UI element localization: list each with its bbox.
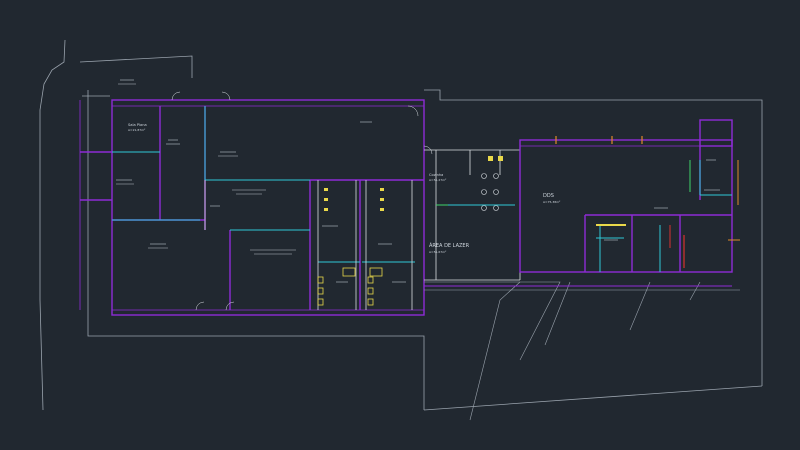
label-sala-plana: Sala Plana (128, 123, 147, 127)
area-cozinha: A=51,27m² (429, 178, 447, 182)
colored-fixtures (317, 136, 740, 306)
floor-plan-drawing[interactable]: Sala Plana A=21,87m² Cozinha A=51,27m² Á… (0, 0, 800, 450)
dds-cyan-partitions (599, 160, 732, 272)
door-swings (171, 91, 433, 311)
label-cozinha: Cozinha (429, 173, 443, 177)
room-labels: Sala Plana A=21,87m² Cozinha A=51,27m² Á… (128, 123, 561, 254)
terrain-lines (424, 281, 740, 421)
area-area-lazer: A=51,67m² (429, 250, 447, 254)
cad-viewport[interactable]: Sala Plana A=21,87m² Cozinha A=51,27m² Á… (0, 0, 800, 450)
label-area-lazer: ÁREA DE LAZER (429, 242, 470, 249)
interior-partitions (112, 106, 624, 263)
area-sala-plana: A=21,87m² (128, 128, 146, 132)
area-dds: A=75,38m² (543, 200, 561, 204)
small-annotations (116, 79, 720, 283)
label-dds: DDS (543, 193, 554, 199)
site-outline (39, 39, 763, 411)
